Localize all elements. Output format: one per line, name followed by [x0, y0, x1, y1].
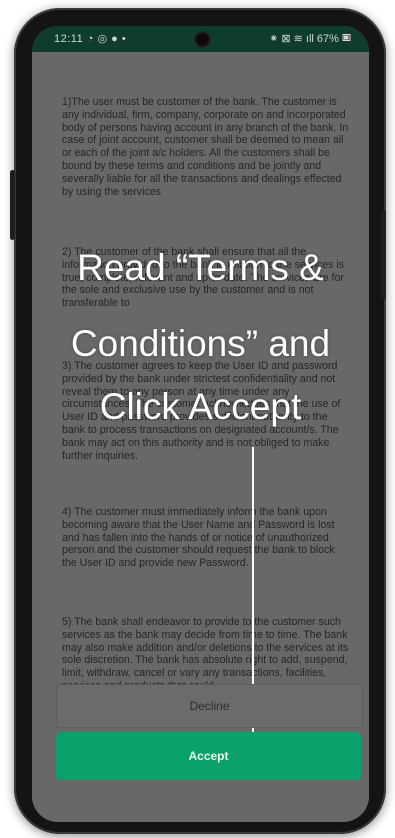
phone-power-button: [381, 210, 386, 300]
terms-paragraph-4: 4) The customer must immediately inform …: [62, 506, 335, 570]
status-right: ⁕ ⊠ ≋ ıll 67%: [269, 32, 351, 45]
instruction-overlay-line-1: Read “Terms &: [77, 247, 324, 288]
accept-button[interactable]: Accept: [56, 732, 361, 780]
front-camera-icon: [196, 33, 209, 46]
signal-icons: ⁕ ⊠ ≋ ıll: [269, 33, 314, 45]
status-left: 12:11 ◔ ◎ ● •: [54, 32, 126, 45]
status-time: 12:11: [54, 33, 84, 45]
status-notification-icons: ◔ ◎ ● •: [86, 33, 127, 45]
instruction-overlay-line-3: Click Accept: [99, 386, 302, 427]
terms-paragraph-1: 1)The user must be customer of the bank.…: [62, 96, 349, 198]
phone-volume-button: [10, 170, 15, 240]
battery-level: 67%: [316, 33, 339, 45]
decline-button[interactable]: Decline: [56, 684, 363, 728]
status-bar: 12:11 ◔ ◎ ● • ⁕ ⊠ ≋ ıll 67%: [32, 26, 369, 52]
battery-icon: [342, 34, 351, 41]
instruction-overlay-line-2: Conditions” and: [70, 323, 331, 364]
